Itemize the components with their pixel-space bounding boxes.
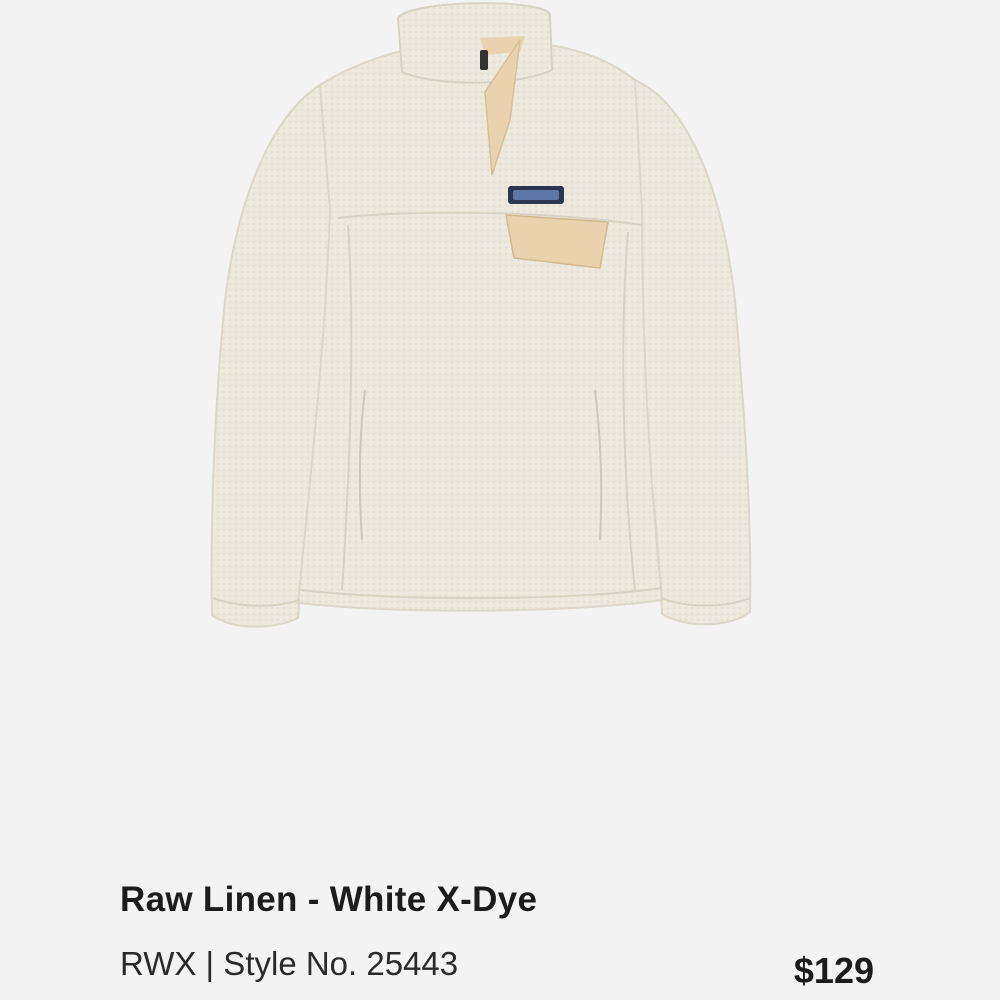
product-info: Raw Linen - White X-Dye RWX | Style No. … [120,870,880,1000]
colorway-name: Raw Linen - White X-Dye [120,880,538,919]
product-detail-page: Raw Linen - White X-Dye RWX | Style No. … [0,0,1000,1000]
style-number: RWX | Style No. 25443 [120,945,459,982]
product-image[interactable] [180,0,800,650]
product-price: $129 [793,950,874,991]
fleece-pullover-illustration [210,2,752,628]
